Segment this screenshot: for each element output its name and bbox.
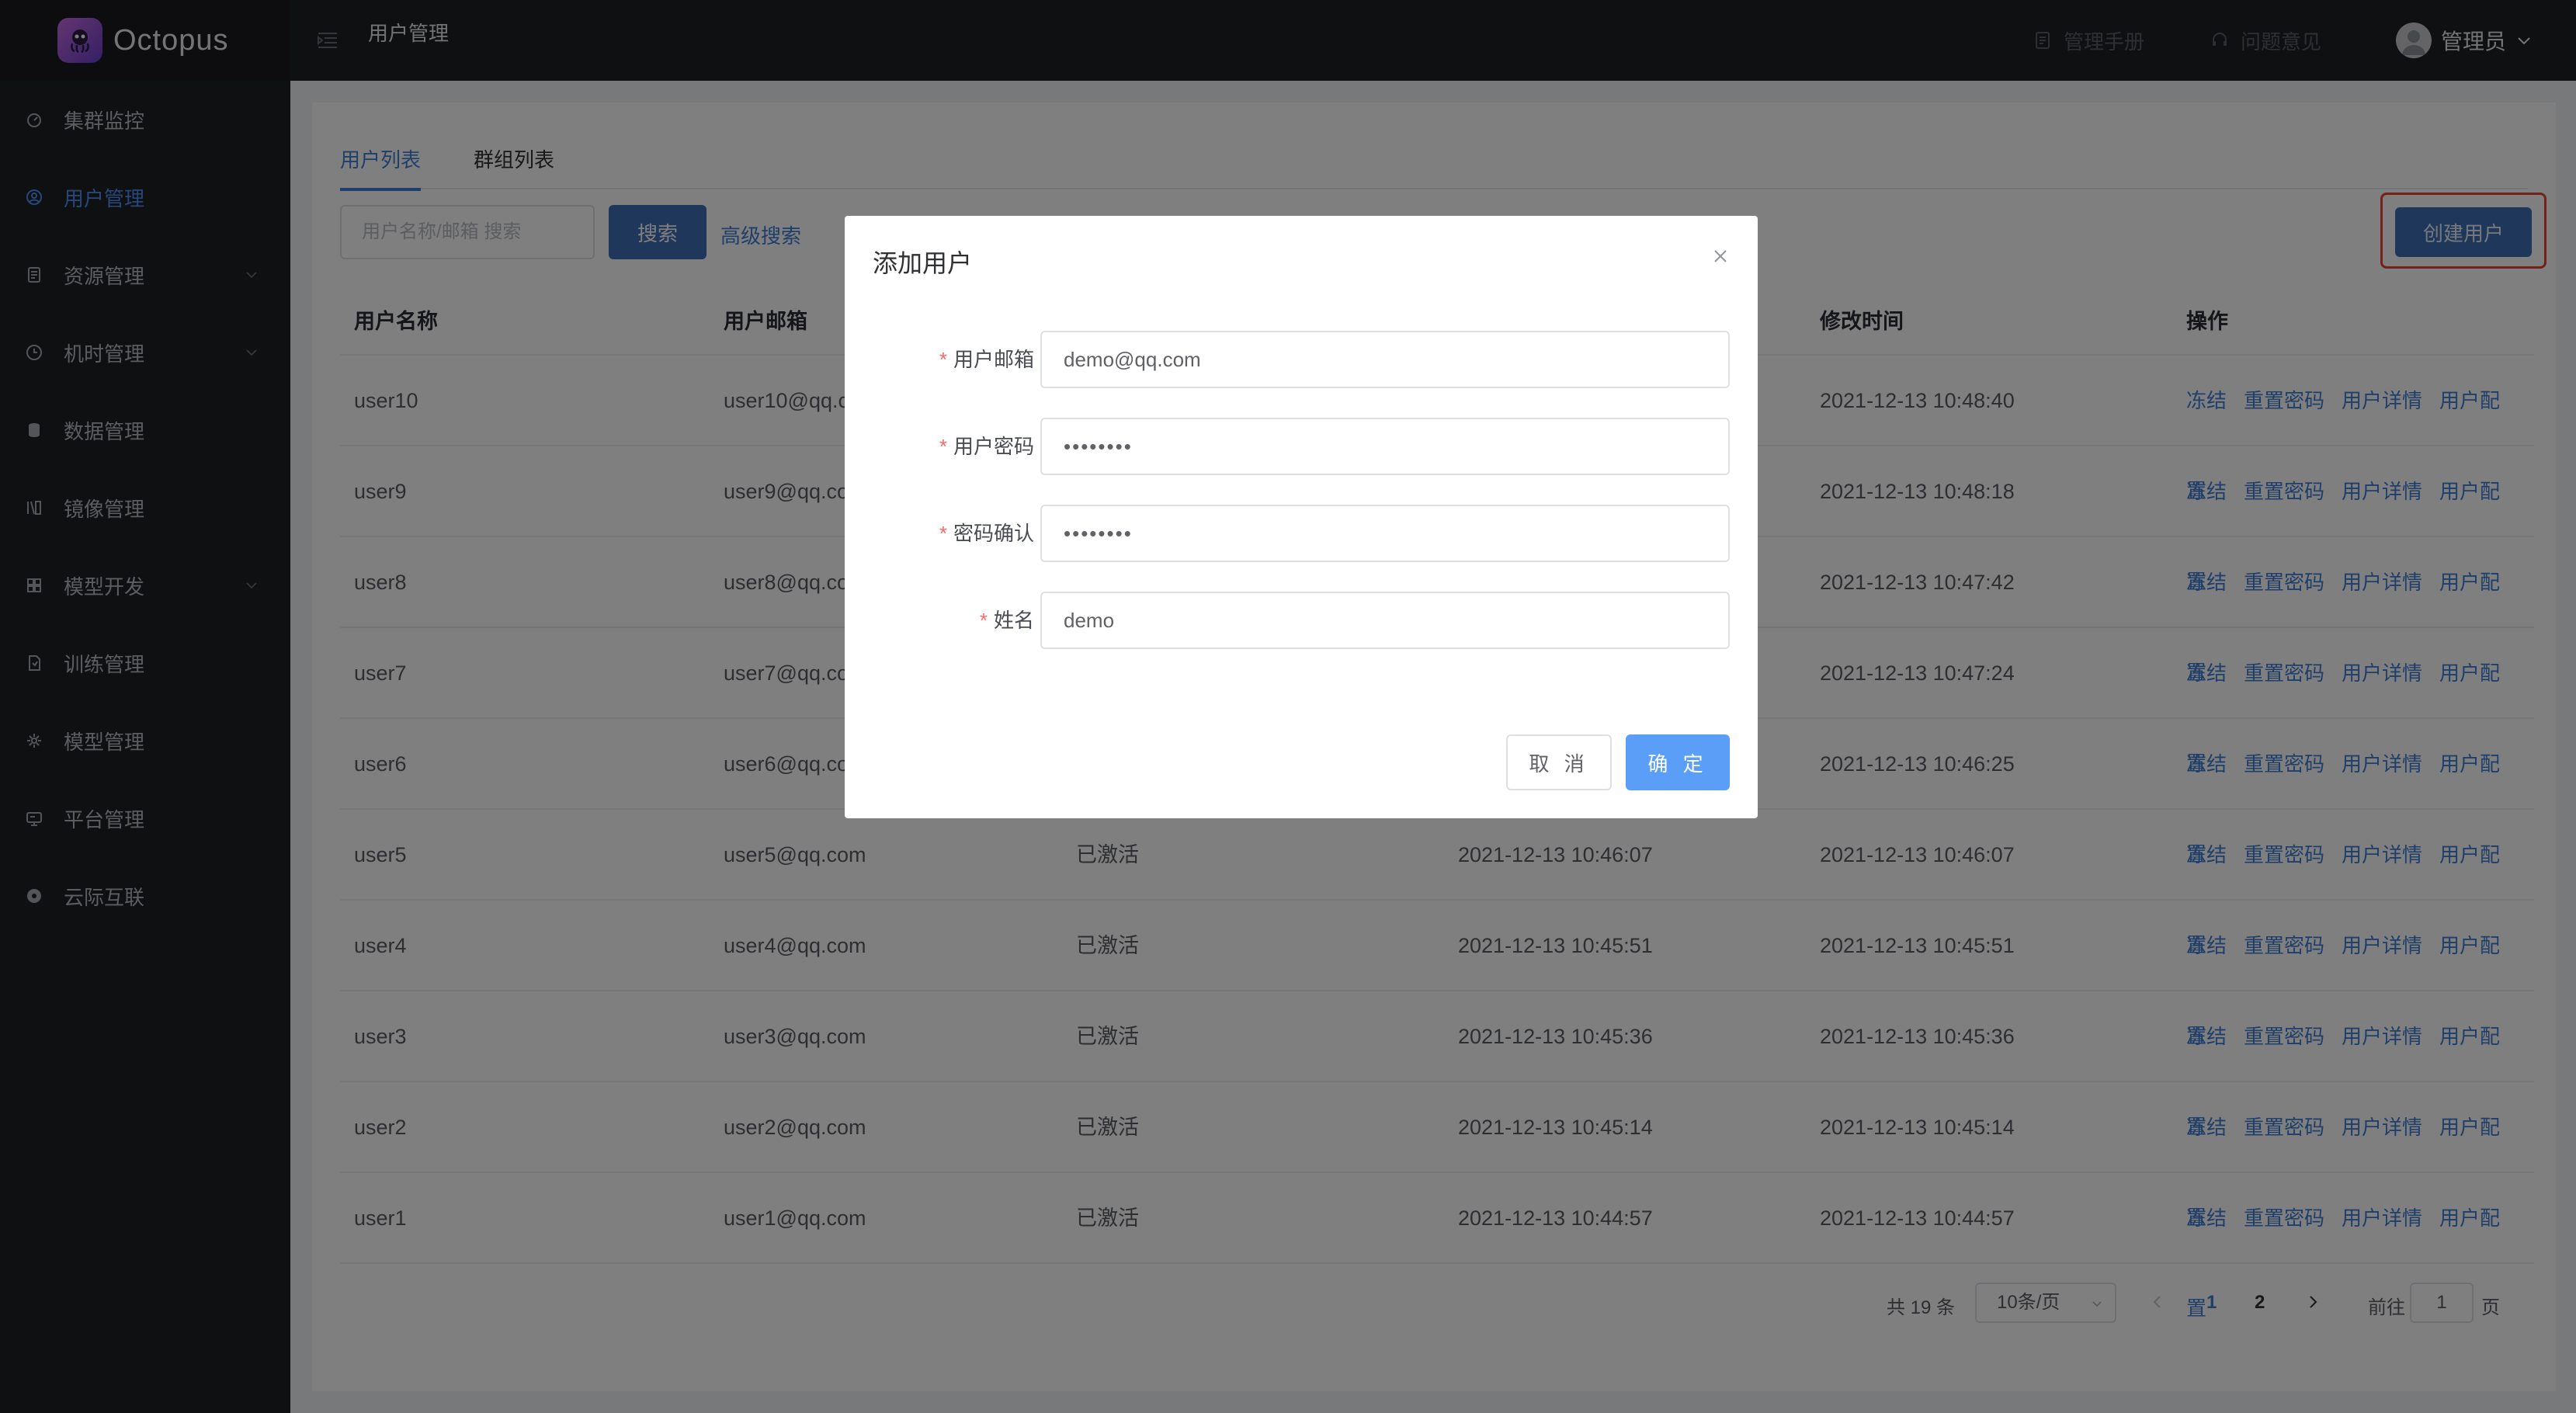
field-label: * 用户邮箱 [939,331,1034,388]
email-field[interactable]: demo@qq.com [1040,331,1730,388]
required-mark: * [939,522,947,545]
confirm-button[interactable]: 确 定 [1626,734,1730,790]
field-label: * 姓名 [980,592,1034,649]
name-field[interactable]: demo [1040,592,1730,649]
field-label-text: 用户密码 [953,435,1034,458]
field-label-text: 密码确认 [953,522,1034,545]
form-row: * 用户邮箱 demo@qq.com [845,331,1758,388]
field-label: * 密码确认 [939,505,1034,562]
form-row: * 用户密码 •••••••• [845,418,1758,475]
field-label: * 用户密码 [939,418,1034,475]
confirm-password-field[interactable]: •••••••• [1040,505,1730,562]
required-mark: * [939,348,947,371]
field-label-text: 姓名 [993,609,1034,632]
field-label-text: 用户邮箱 [953,348,1034,371]
cancel-button[interactable]: 取 消 [1506,734,1612,790]
required-mark: * [979,609,988,632]
add-user-dialog: 添加用户 * 用户邮箱 demo@qq.com * 用户密码 •••••••• * 密码确认 •… [845,216,1758,818]
form-row: * 姓名 demo [845,592,1758,649]
dialog-title: 添加用户 [873,249,973,277]
password-field[interactable]: •••••••• [1040,418,1730,475]
form-row: * 密码确认 •••••••• [845,505,1758,562]
required-mark: * [939,435,947,458]
close-icon[interactable] [1711,247,1730,266]
